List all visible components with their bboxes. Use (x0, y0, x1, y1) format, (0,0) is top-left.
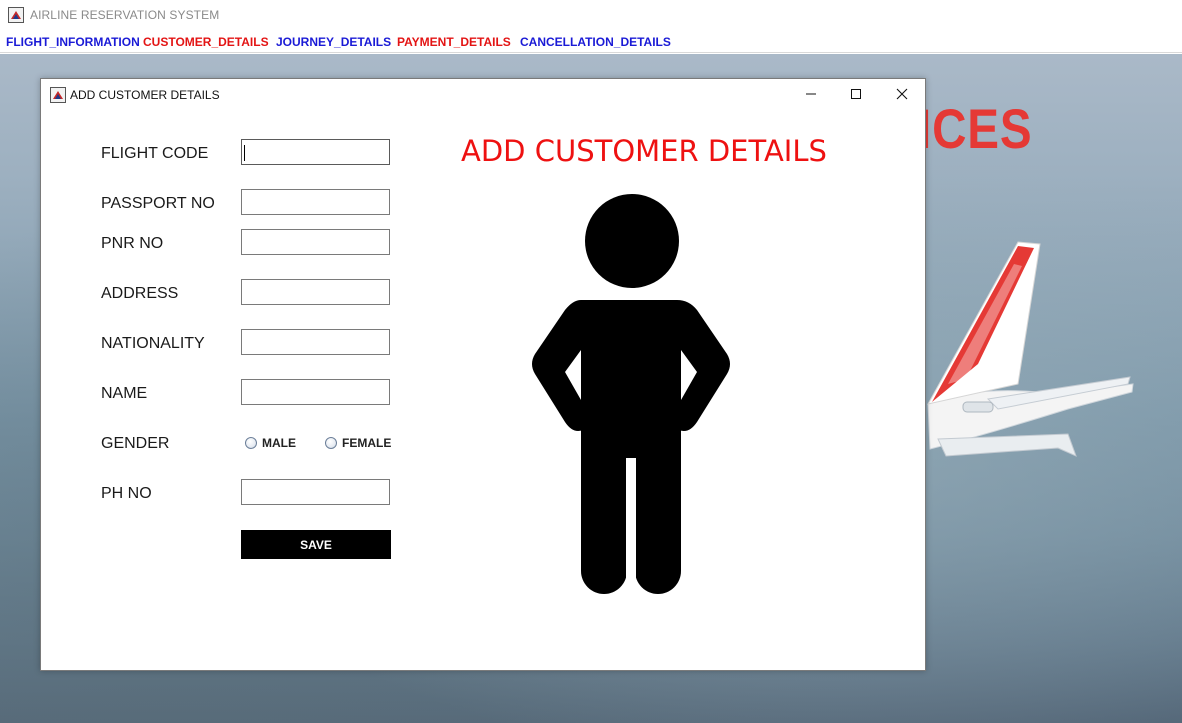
gender-male-radio[interactable]: MALE (245, 436, 296, 450)
menu-payment-details[interactable]: PAYMENT_DETAILS (397, 35, 511, 49)
close-button[interactable] (879, 79, 925, 109)
maximize-button[interactable] (833, 79, 879, 109)
menu-journey-details[interactable]: JOURNEY_DETAILS (276, 35, 391, 49)
java-app-icon (8, 7, 24, 23)
minimize-button[interactable] (788, 79, 834, 109)
menu-cancellation-details[interactable]: CANCELLATION_DETAILS (520, 35, 671, 49)
menu-flight-information[interactable]: FLIGHT_INFORMATION (6, 35, 140, 49)
name-label: NAME (101, 385, 148, 402)
person-icon (532, 194, 730, 596)
menu-bar: FLIGHT_INFORMATION CUSTOMER_DETAILS JOUR… (0, 30, 1182, 53)
page-heading: ADD CUSTOMER DETAILS (461, 134, 827, 168)
close-icon (896, 88, 908, 100)
gender-male-label: MALE (262, 436, 296, 450)
radio-circle-icon (325, 437, 337, 449)
name-input[interactable] (241, 379, 390, 405)
dialog-titlebar: ADD CUSTOMER DETAILS (41, 79, 925, 109)
airplane-image (927, 241, 1134, 457)
nationality-input[interactable] (241, 329, 390, 355)
background-brand-text: ICES (918, 97, 1033, 160)
pnr-no-input[interactable] (241, 229, 390, 255)
passport-no-label: PASSPORT NO (101, 195, 215, 212)
maximize-icon (851, 89, 861, 99)
flight-code-label: FLIGHT CODE (101, 145, 209, 162)
address-label: ADDRESS (101, 285, 179, 302)
ph-no-label: PH NO (101, 485, 152, 502)
gender-female-label: FEMALE (342, 436, 392, 450)
gender-label: GENDER (101, 435, 170, 452)
ph-no-input[interactable] (241, 479, 390, 505)
passport-no-input[interactable] (241, 189, 390, 215)
pnr-no-label: PNR NO (101, 235, 164, 252)
flight-code-input[interactable] (241, 139, 390, 165)
java-app-icon (50, 87, 66, 103)
gender-female-radio[interactable]: FEMALE (325, 436, 391, 450)
menu-customer-details[interactable]: CUSTOMER_DETAILS (143, 35, 269, 49)
address-input[interactable] (241, 279, 390, 305)
main-window-titlebar: AIRLINE RESERVATION SYSTEM (0, 0, 1182, 30)
nationality-label: NATIONALITY (101, 335, 205, 352)
dialog-title: ADD CUSTOMER DETAILS (70, 88, 220, 102)
add-customer-dialog: ADD CUSTOMER DETAILS FLIGHT CODE PASSPOR… (40, 78, 926, 671)
radio-circle-icon (245, 437, 257, 449)
save-button[interactable]: SAVE (241, 530, 391, 559)
minimize-icon (806, 93, 816, 95)
main-window-title: AIRLINE RESERVATION SYSTEM (30, 8, 220, 22)
text-caret (244, 145, 245, 161)
